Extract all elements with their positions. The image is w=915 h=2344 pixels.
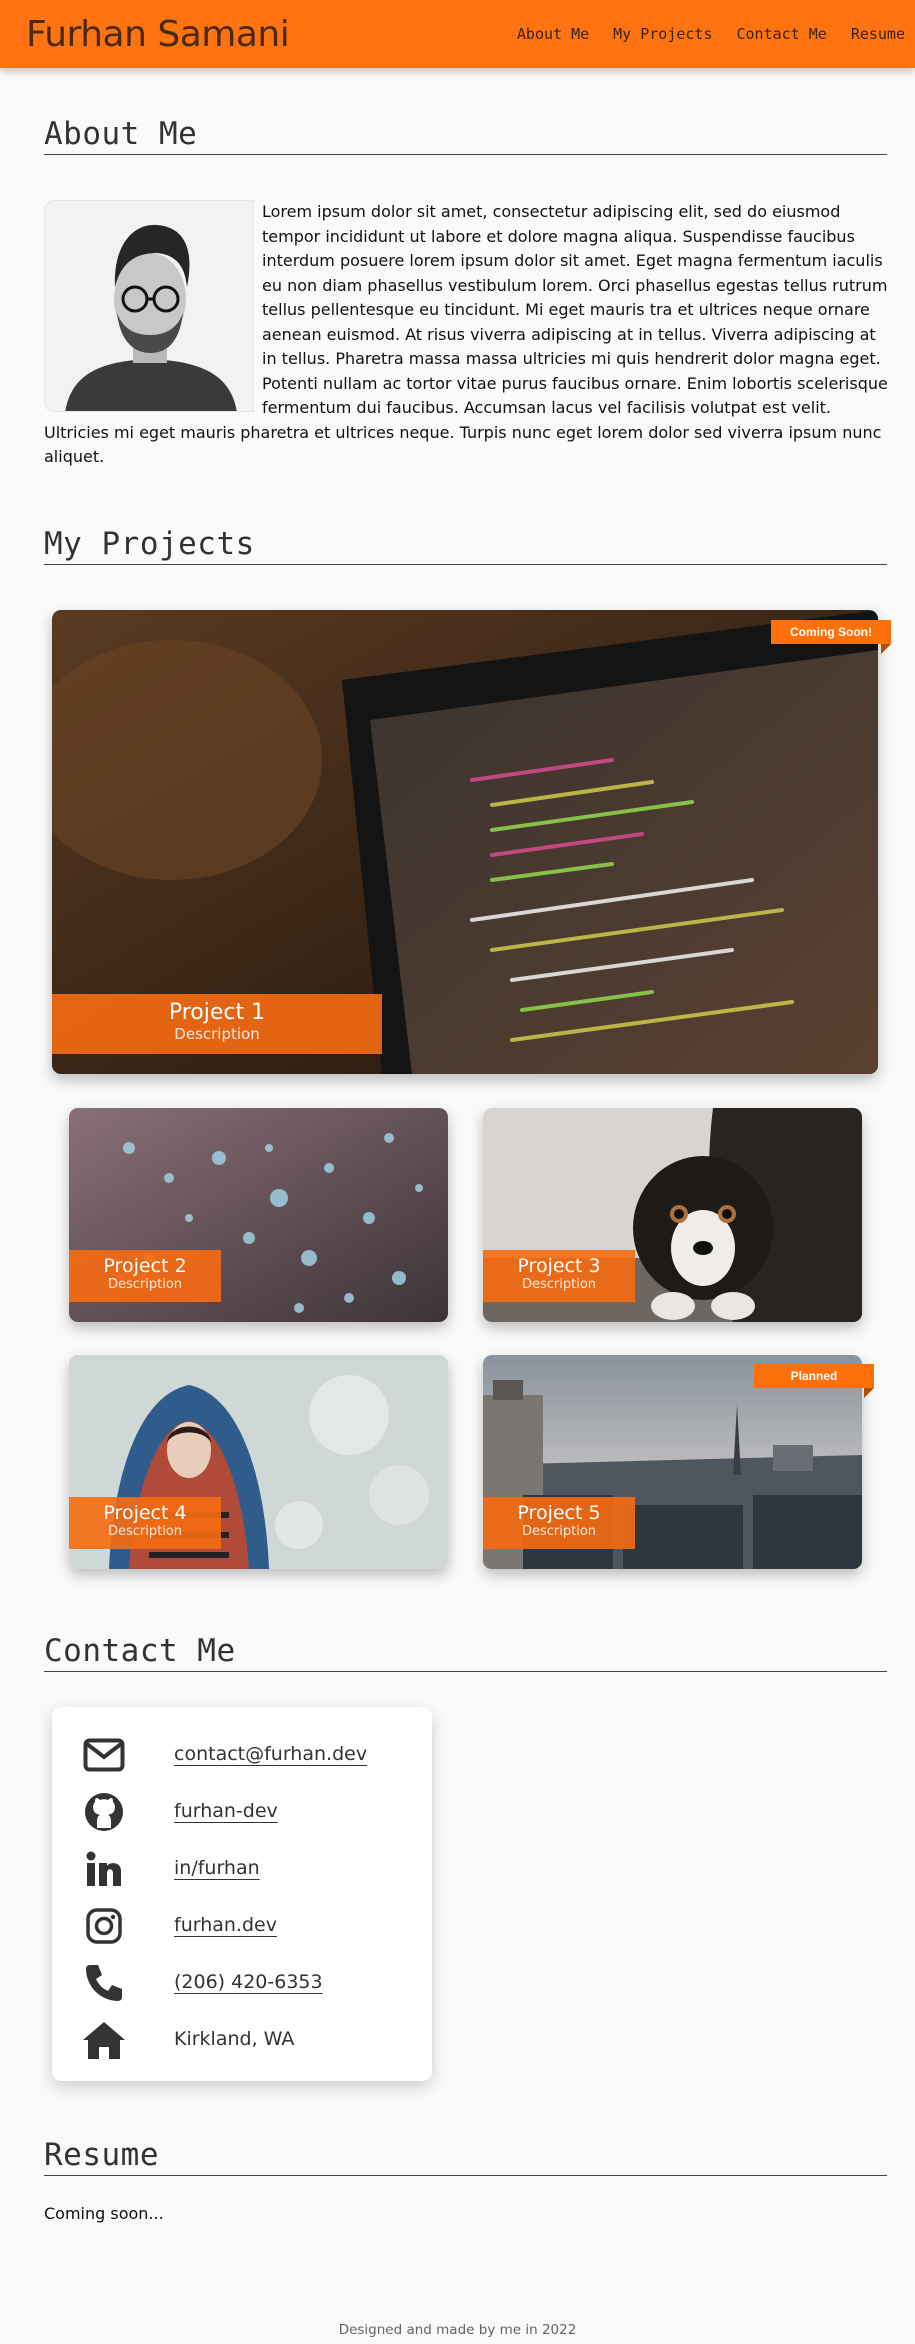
- project-card-1[interactable]: Project 1 Description: [52, 610, 878, 1074]
- resume-heading: Resume: [44, 2137, 887, 2176]
- project-1-title: Project 1: [168, 1000, 266, 1025]
- email-link[interactable]: contact@furhan.dev: [174, 1743, 367, 1765]
- contact-card: contact@furhan.dev furhan-dev in/furhan …: [52, 1707, 432, 2081]
- contact-email[interactable]: [82, 1733, 126, 1777]
- project-3-label: Project 3 Description: [483, 1250, 635, 1302]
- location-text: Kirkland, WA: [174, 2028, 295, 2050]
- contact-instagram[interactable]: [82, 1904, 126, 1948]
- project-5-title: Project 5: [517, 1502, 601, 1524]
- project-2-label: Project 2 Description: [69, 1250, 221, 1302]
- project-3-description: Description: [521, 1277, 597, 1292]
- phone-link[interactable]: (206) 420-6353: [174, 1971, 323, 1993]
- contact-linkedin[interactable]: [82, 1847, 126, 1891]
- contact-phone[interactable]: [82, 1961, 126, 2005]
- project-5-label: Project 5 Description: [483, 1497, 635, 1549]
- nav-link-resume[interactable]: Resume: [851, 25, 905, 43]
- planned-badge: Planned: [754, 1364, 874, 1398]
- github-link[interactable]: furhan-dev: [174, 1800, 278, 1822]
- github-icon: [82, 1790, 126, 1834]
- phone-icon: [82, 1961, 126, 2005]
- footer-text: Designed and made by me in 2022: [338, 2322, 577, 2338]
- main-nav: About Me My Projects Contact Me Resume: [517, 25, 905, 43]
- instagram-icon: [82, 1904, 126, 1948]
- project-3-title: Project 3: [517, 1255, 601, 1277]
- about-section: Lorem ipsum dolor sit amet, consectetur …: [44, 200, 889, 470]
- nav-link-about[interactable]: About Me: [517, 25, 589, 43]
- project-1-description: Description: [174, 1025, 260, 1043]
- about-heading: About Me: [44, 116, 887, 155]
- profile-photo: [44, 200, 254, 412]
- project-5-description: Description: [521, 1524, 597, 1539]
- project-card-3[interactable]: Project 3 Description: [483, 1108, 862, 1322]
- project-4-title: Project 4: [103, 1502, 187, 1524]
- contact-github[interactable]: [82, 1790, 126, 1834]
- project-2-title: Project 2: [103, 1255, 187, 1277]
- coming-soon-badge: Coming Soon!: [771, 620, 891, 654]
- nav-link-projects[interactable]: My Projects: [613, 25, 712, 43]
- resume-status: Coming soon...: [44, 2204, 164, 2223]
- home-icon: [82, 2018, 126, 2062]
- project-2-description: Description: [107, 1277, 183, 1292]
- linkedin-icon: [82, 1847, 126, 1891]
- nav-link-contact[interactable]: Contact Me: [737, 25, 827, 43]
- project-card-2[interactable]: Project 2 Description: [69, 1108, 448, 1322]
- project-1-label: Project 1 Description: [52, 994, 382, 1054]
- envelope-icon: [82, 1733, 126, 1777]
- instagram-link[interactable]: furhan.dev: [174, 1914, 277, 1936]
- project-card-4[interactable]: Project 4 Description: [69, 1355, 448, 1569]
- contact-heading: Contact Me: [44, 1633, 887, 1672]
- site-brand[interactable]: Furhan Samani: [26, 14, 290, 55]
- project-4-description: Description: [107, 1524, 183, 1539]
- projects-heading: My Projects: [44, 526, 887, 565]
- project-4-label: Project 4 Description: [69, 1497, 221, 1549]
- linkedin-link[interactable]: in/furhan: [174, 1857, 260, 1879]
- contact-location: [82, 2018, 126, 2062]
- top-navbar: Furhan Samani About Me My Projects Conta…: [0, 0, 915, 68]
